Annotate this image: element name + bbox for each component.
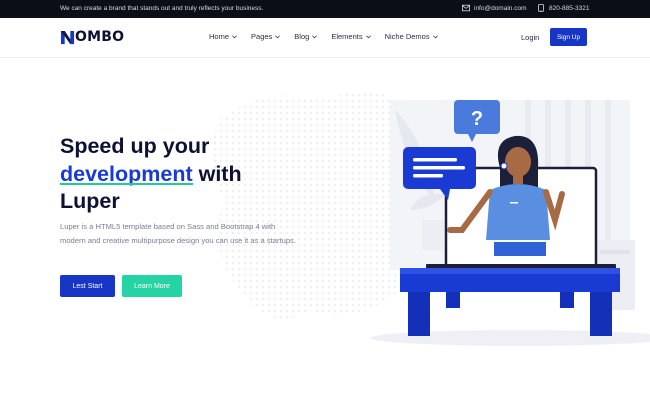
hero-illustration: ? [370, 100, 650, 346]
top-bar-phone-text: 820-885-3321 [549, 4, 590, 12]
phone-icon [538, 4, 544, 12]
logo-text: OMBO [75, 29, 125, 45]
nav-item-pages[interactable]: Pages [251, 32, 281, 41]
nav-item-niche-demos[interactable]: Niche Demos [385, 32, 438, 41]
chevron-down-icon [365, 34, 371, 38]
headline-line-3: Luper [60, 189, 120, 213]
nav-item-label: Niche Demos [384, 32, 430, 41]
headline-mid: with [192, 161, 242, 186]
nav-item-label: Elements [331, 32, 363, 41]
nav-item-label: Blog [294, 32, 310, 41]
login-link[interactable]: Login [521, 33, 539, 42]
main-nav: Home Pages Blog Elements Niche Demos [209, 32, 438, 41]
chevron-down-icon [232, 34, 237, 38]
top-bar-email[interactable]: info@domain.com [462, 4, 526, 12]
chevron-down-icon [312, 34, 318, 38]
desk [400, 268, 620, 336]
top-bar-phone[interactable]: 820-885-3321 [537, 4, 589, 12]
top-bar-email-text: info@domain.com [474, 4, 527, 12]
envelope-icon [462, 4, 470, 12]
headline-accent: development [60, 161, 193, 186]
nav-item-blog[interactable]: Blog [294, 32, 318, 41]
sign-up-button[interactable]: Sign Up [550, 28, 587, 46]
headline-line-1: Speed up your [60, 134, 210, 158]
top-bar: We can create a brand that stands out an… [0, 0, 650, 18]
top-bar-tagline: We can create a brand that stands out an… [60, 5, 264, 12]
hero-headline: Speed up your development with Luper [60, 133, 310, 216]
nav-item-elements[interactable]: Elements [331, 32, 371, 41]
logo-mark-icon [60, 30, 75, 44]
hero-description: Luper is a HTML5 template based on Sass … [60, 222, 296, 245]
nav-item-label: Home [209, 32, 230, 41]
question-mark-text: ? [471, 108, 483, 130]
learn-more-button[interactable]: Learn More [122, 275, 182, 297]
nav-item-label: Pages [251, 32, 273, 41]
logo[interactable]: OMBO [60, 29, 124, 45]
site-header: OMBO Home Pages Blog Elements Niche Demo… [0, 18, 650, 58]
lets-start-button[interactable]: Lest Start [60, 275, 115, 297]
chevron-down-icon [275, 34, 281, 38]
nav-item-home[interactable]: Home [209, 32, 237, 41]
chevron-down-icon [432, 34, 438, 38]
